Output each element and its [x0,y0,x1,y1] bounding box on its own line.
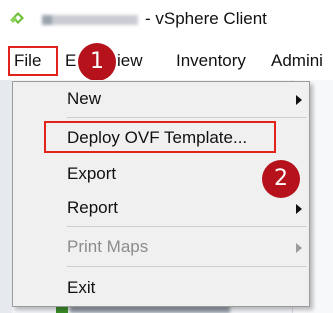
menu-item-label: Exit [67,278,96,297]
hidden-host-label [42,15,138,25]
step-2-badge: 2 [262,160,300,198]
submenu-arrow-icon [296,95,302,105]
menu-administration[interactable]: Admini [271,51,323,71]
background-left-edge [0,80,12,313]
background-tree-icon [56,306,68,313]
file-menu-print-maps[interactable]: Print Maps [13,233,309,263]
file-menu-new[interactable]: New [13,85,309,115]
menu-edit[interactable]: E [65,51,76,71]
window-titlebar: - vSphere Client [0,0,333,40]
menu-separator [67,117,307,118]
file-menu-dropdown: New Deploy OVF Template... Export Report… [12,81,310,307]
vsphere-icon [10,12,24,24]
menu-item-label: Print Maps [67,237,149,256]
deploy-ovf-highlight-box [44,121,276,153]
file-menu-exit[interactable]: Exit [13,274,309,304]
menu-item-label: Report [67,198,119,217]
step-1-badge: 1 [78,43,116,81]
menu-item-label: Export [67,164,117,183]
menu-separator [67,266,307,267]
menu-inventory[interactable]: Inventory [176,51,246,71]
menu-item-label: New [67,89,102,108]
file-highlight-box [8,46,58,76]
menu-separator [67,226,307,227]
menu-view[interactable]: iew [117,51,143,71]
submenu-arrow-icon [296,204,302,214]
submenu-arrow-icon [296,243,302,253]
file-menu-report[interactable]: Report [13,194,309,224]
window-title: - vSphere Client [145,9,267,28]
